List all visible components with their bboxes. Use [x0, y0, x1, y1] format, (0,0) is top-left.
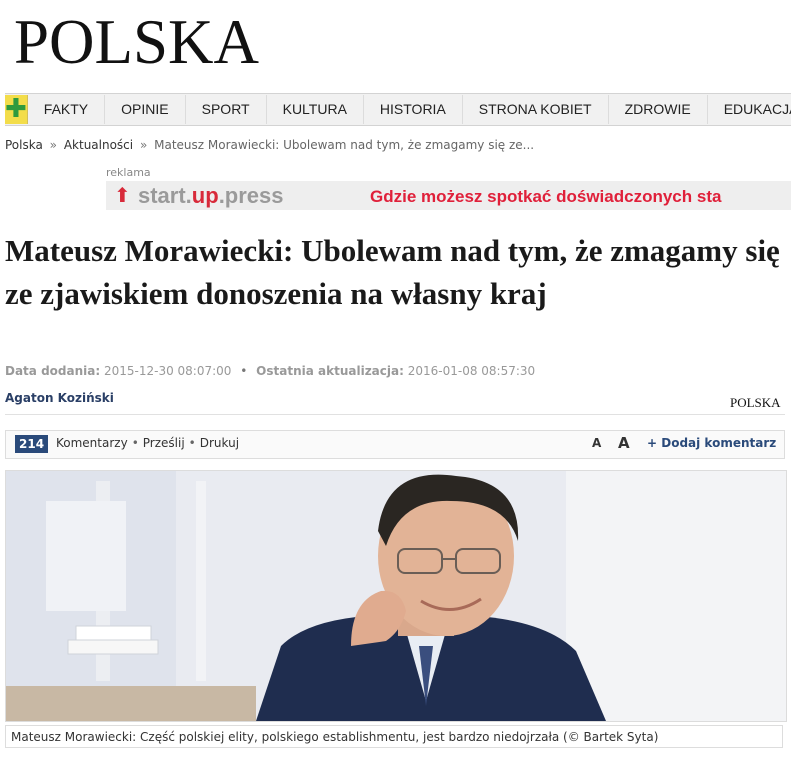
font-decrease-button[interactable]: A [592, 436, 601, 450]
nav-item-sport[interactable]: SPORT [186, 95, 267, 124]
share-link[interactable]: Prześlij [143, 436, 185, 450]
up-arrow-icon: ⬆ [114, 183, 131, 207]
nav-item-fakty[interactable]: FAKTY [28, 95, 106, 124]
article-title: Mateusz Morawiecki: Ubolewam nad tym, że… [5, 233, 780, 311]
breadcrumb-separator: » [139, 138, 148, 152]
site-logo[interactable]: POLSKA [14, 6, 259, 78]
photo-caption: Mateusz Morawiecki: Część polskiej elity… [5, 725, 783, 748]
nav-item-historia[interactable]: HISTORIA [364, 95, 463, 124]
breadcrumb-current: Mateusz Morawiecki: Ubolewam nad tym, że… [154, 138, 535, 152]
date-updated-label: Ostatnia aktualizacja: [256, 364, 404, 378]
nav-item-strona-kobiet[interactable]: STRONA KOBIET [463, 95, 609, 124]
date-added-label: Data dodania: [5, 364, 101, 378]
toolbar-separator: • [188, 436, 196, 450]
source-logo: POLSKA [730, 395, 781, 410]
nav-item-kultura[interactable]: KULTURA [267, 95, 364, 124]
ad-brand-press: .press [218, 183, 284, 208]
meta-separator: • [240, 364, 248, 378]
add-comment-button[interactable]: + Dodaj komentarz [647, 436, 776, 450]
ad-banner[interactable]: ⬆ start.up.press Gdzie możesz spotkać do… [106, 181, 791, 210]
breadcrumb-link-polska[interactable]: Polska [5, 138, 43, 152]
article-toolbar: 214 Komentarzy • Prześlij • Drukuj A A + Dod… [5, 430, 785, 459]
breadcrumb-link-aktualnosci[interactable]: Aktualności [64, 138, 133, 152]
date-added-value: 2015-12-30 08:07:00 [103, 364, 232, 378]
nav-item-zdrowie[interactable]: ZDROWIE [609, 95, 708, 124]
toolbar-links: Komentarzy • Prześlij • Drukuj [56, 436, 239, 450]
article-photo [5, 470, 787, 722]
font-increase-button[interactable]: A [618, 434, 630, 452]
breadcrumb-separator: » [49, 138, 57, 152]
article-author[interactable]: Agaton Koziński [5, 391, 114, 405]
nav-item-opinie[interactable]: OPINIE [105, 95, 186, 124]
nav-item-edukacja[interactable]: EDUKACJA [708, 95, 791, 124]
comments-count-badge[interactable]: 214 [15, 435, 49, 453]
toolbar-separator: • [131, 436, 139, 450]
article-meta: Data dodania: 2015-12-30 08:07:00 • Osta… [5, 364, 535, 378]
ad-brand-start: start. [138, 183, 192, 208]
plus-icon: ✚ [5, 94, 27, 124]
comments-link[interactable]: Komentarzy [56, 436, 128, 450]
ad-slogan: Gdzie możesz spotkać doświadczonych sta [370, 187, 722, 206]
print-link[interactable]: Drukuj [200, 436, 239, 450]
ad-label: reklama [106, 166, 151, 179]
main-nav: ✚ FAKTY OPINIE SPORT KULTURA HISTORIA ST… [5, 93, 791, 126]
photo-illustration [6, 471, 786, 721]
divider [5, 414, 785, 415]
date-updated-value: 2016-01-08 08:57:30 [407, 364, 536, 378]
ad-brand: start.up.press [138, 183, 284, 209]
nav-plus-button[interactable]: ✚ [5, 95, 28, 124]
breadcrumb: Polska » Aktualności » Mateusz Morawieck… [5, 138, 534, 152]
ad-brand-up: up [191, 183, 219, 208]
